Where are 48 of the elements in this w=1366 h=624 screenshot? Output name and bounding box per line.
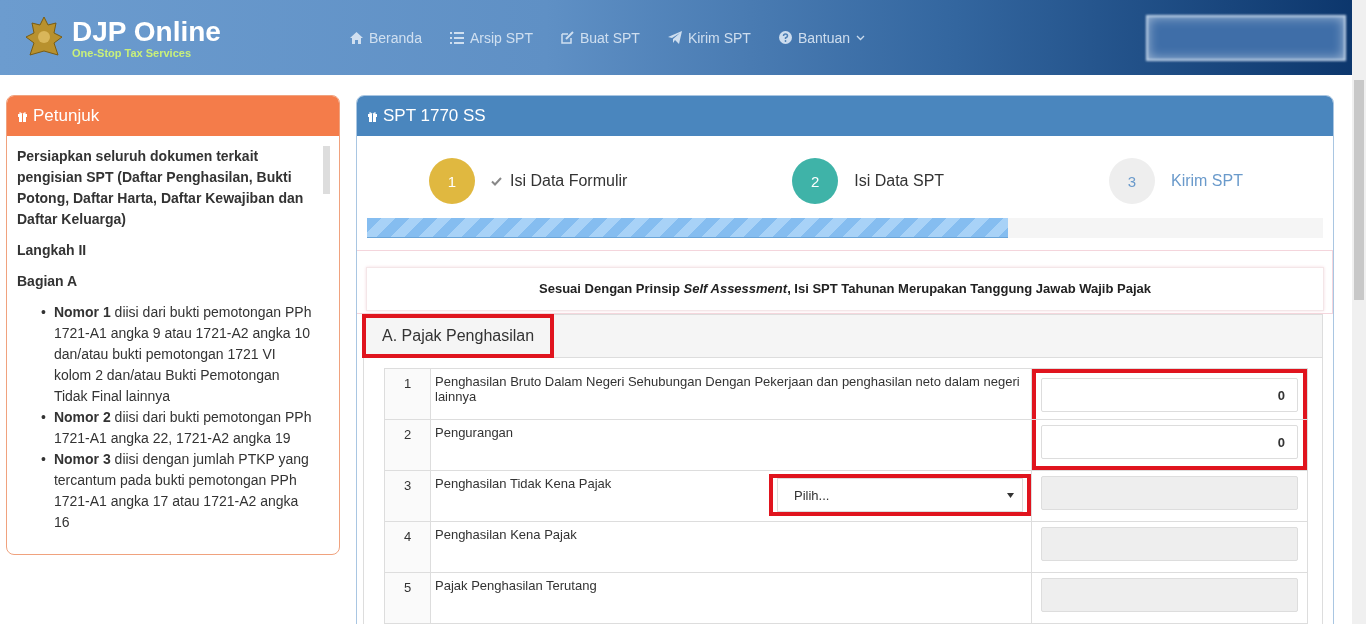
- nav-link[interactable]: Bantuan: [778, 29, 866, 46]
- row-number: 3: [384, 470, 431, 522]
- row-number: 4: [384, 521, 431, 573]
- step-label: Isi Data Formulir: [510, 172, 628, 190]
- section-title: A. Pajak Penghasilan: [362, 314, 555, 358]
- row-number: 5: [384, 572, 431, 624]
- page-scrollbar-thumb[interactable]: [1354, 80, 1364, 300]
- section-heading: Bagian A: [17, 272, 79, 291]
- amount-field[interactable]: 0: [1041, 378, 1298, 412]
- bullet: •: [41, 408, 46, 427]
- bullet: •: [41, 450, 46, 469]
- step-number: 1: [429, 158, 475, 204]
- check-icon: [491, 176, 502, 186]
- row-number: 1: [384, 368, 431, 420]
- step-number: 2: [792, 158, 839, 204]
- step-label: Isi Data SPT: [854, 172, 945, 190]
- send-icon: [667, 31, 682, 44]
- home-icon: [350, 31, 363, 44]
- step-heading: Langkah II: [17, 241, 88, 260]
- caret-icon: [1007, 492, 1014, 498]
- amount-field[interactable]: 0: [1041, 425, 1298, 459]
- panel-title: SPT 1770 SS: [383, 106, 486, 126]
- brand-tagline: One-Stop Tax Services: [72, 46, 192, 59]
- help-icon: [778, 31, 792, 44]
- nav-link[interactable]: Buat SPT: [560, 29, 640, 46]
- dropdown-select[interactable]: Pilih...: [777, 478, 1023, 512]
- list-icon: [449, 31, 464, 44]
- gift-icon: [367, 110, 378, 122]
- brand-name: DJP Online: [72, 16, 221, 47]
- instruction-intro: Persiapkan seluruh dokumen terkait pengisian SPT (Daftar Penghasilan, Bukti Potong, Daftar Harta, Daftar Kewajiban dan Daftar Keluarga): [17, 147, 305, 229]
- panel-title: Petunjuk: [33, 106, 100, 126]
- instruction-item: Nomor 3 diisi dengan jumlah PTKP yang tercantum pada bukti pemotongan PPh 1721-A1 angka 17 atau 1721-A2 angka 16: [53, 450, 310, 532]
- row-label: Penghasilan Bruto Dalam Negeri Sehubungan Dengan Pekerjaan dan penghasilan neto dalam negeri lainnya: [435, 374, 1021, 404]
- row-label: Penghasilan Tidak Kena Pajak: [435, 476, 612, 493]
- notice-text: Sesuai Dengan Prinsip Self Assessment, Isi SPT Tahunan Merupakan Tanggung Jawab Wajib Pajak: [366, 267, 1324, 311]
- edit-icon: [560, 31, 574, 44]
- row-label: Penghasilan Kena Pajak: [435, 527, 577, 542]
- row-number: 2: [384, 419, 431, 471]
- scrollbar-thumb[interactable]: [323, 146, 330, 194]
- row-label: Pajak Penghasilan Terutang: [435, 578, 597, 593]
- gift-icon: [17, 110, 28, 122]
- bullet: •: [41, 303, 46, 322]
- nav-link[interactable]: Beranda: [350, 29, 422, 46]
- nav-link[interactable]: Kirim SPT: [667, 29, 751, 46]
- row-label: Pengurangan: [435, 425, 514, 440]
- step-number: 3: [1109, 158, 1155, 204]
- nav-link[interactable]: Arsip SPT: [449, 29, 533, 46]
- step-label: Kirim SPT: [1171, 172, 1243, 190]
